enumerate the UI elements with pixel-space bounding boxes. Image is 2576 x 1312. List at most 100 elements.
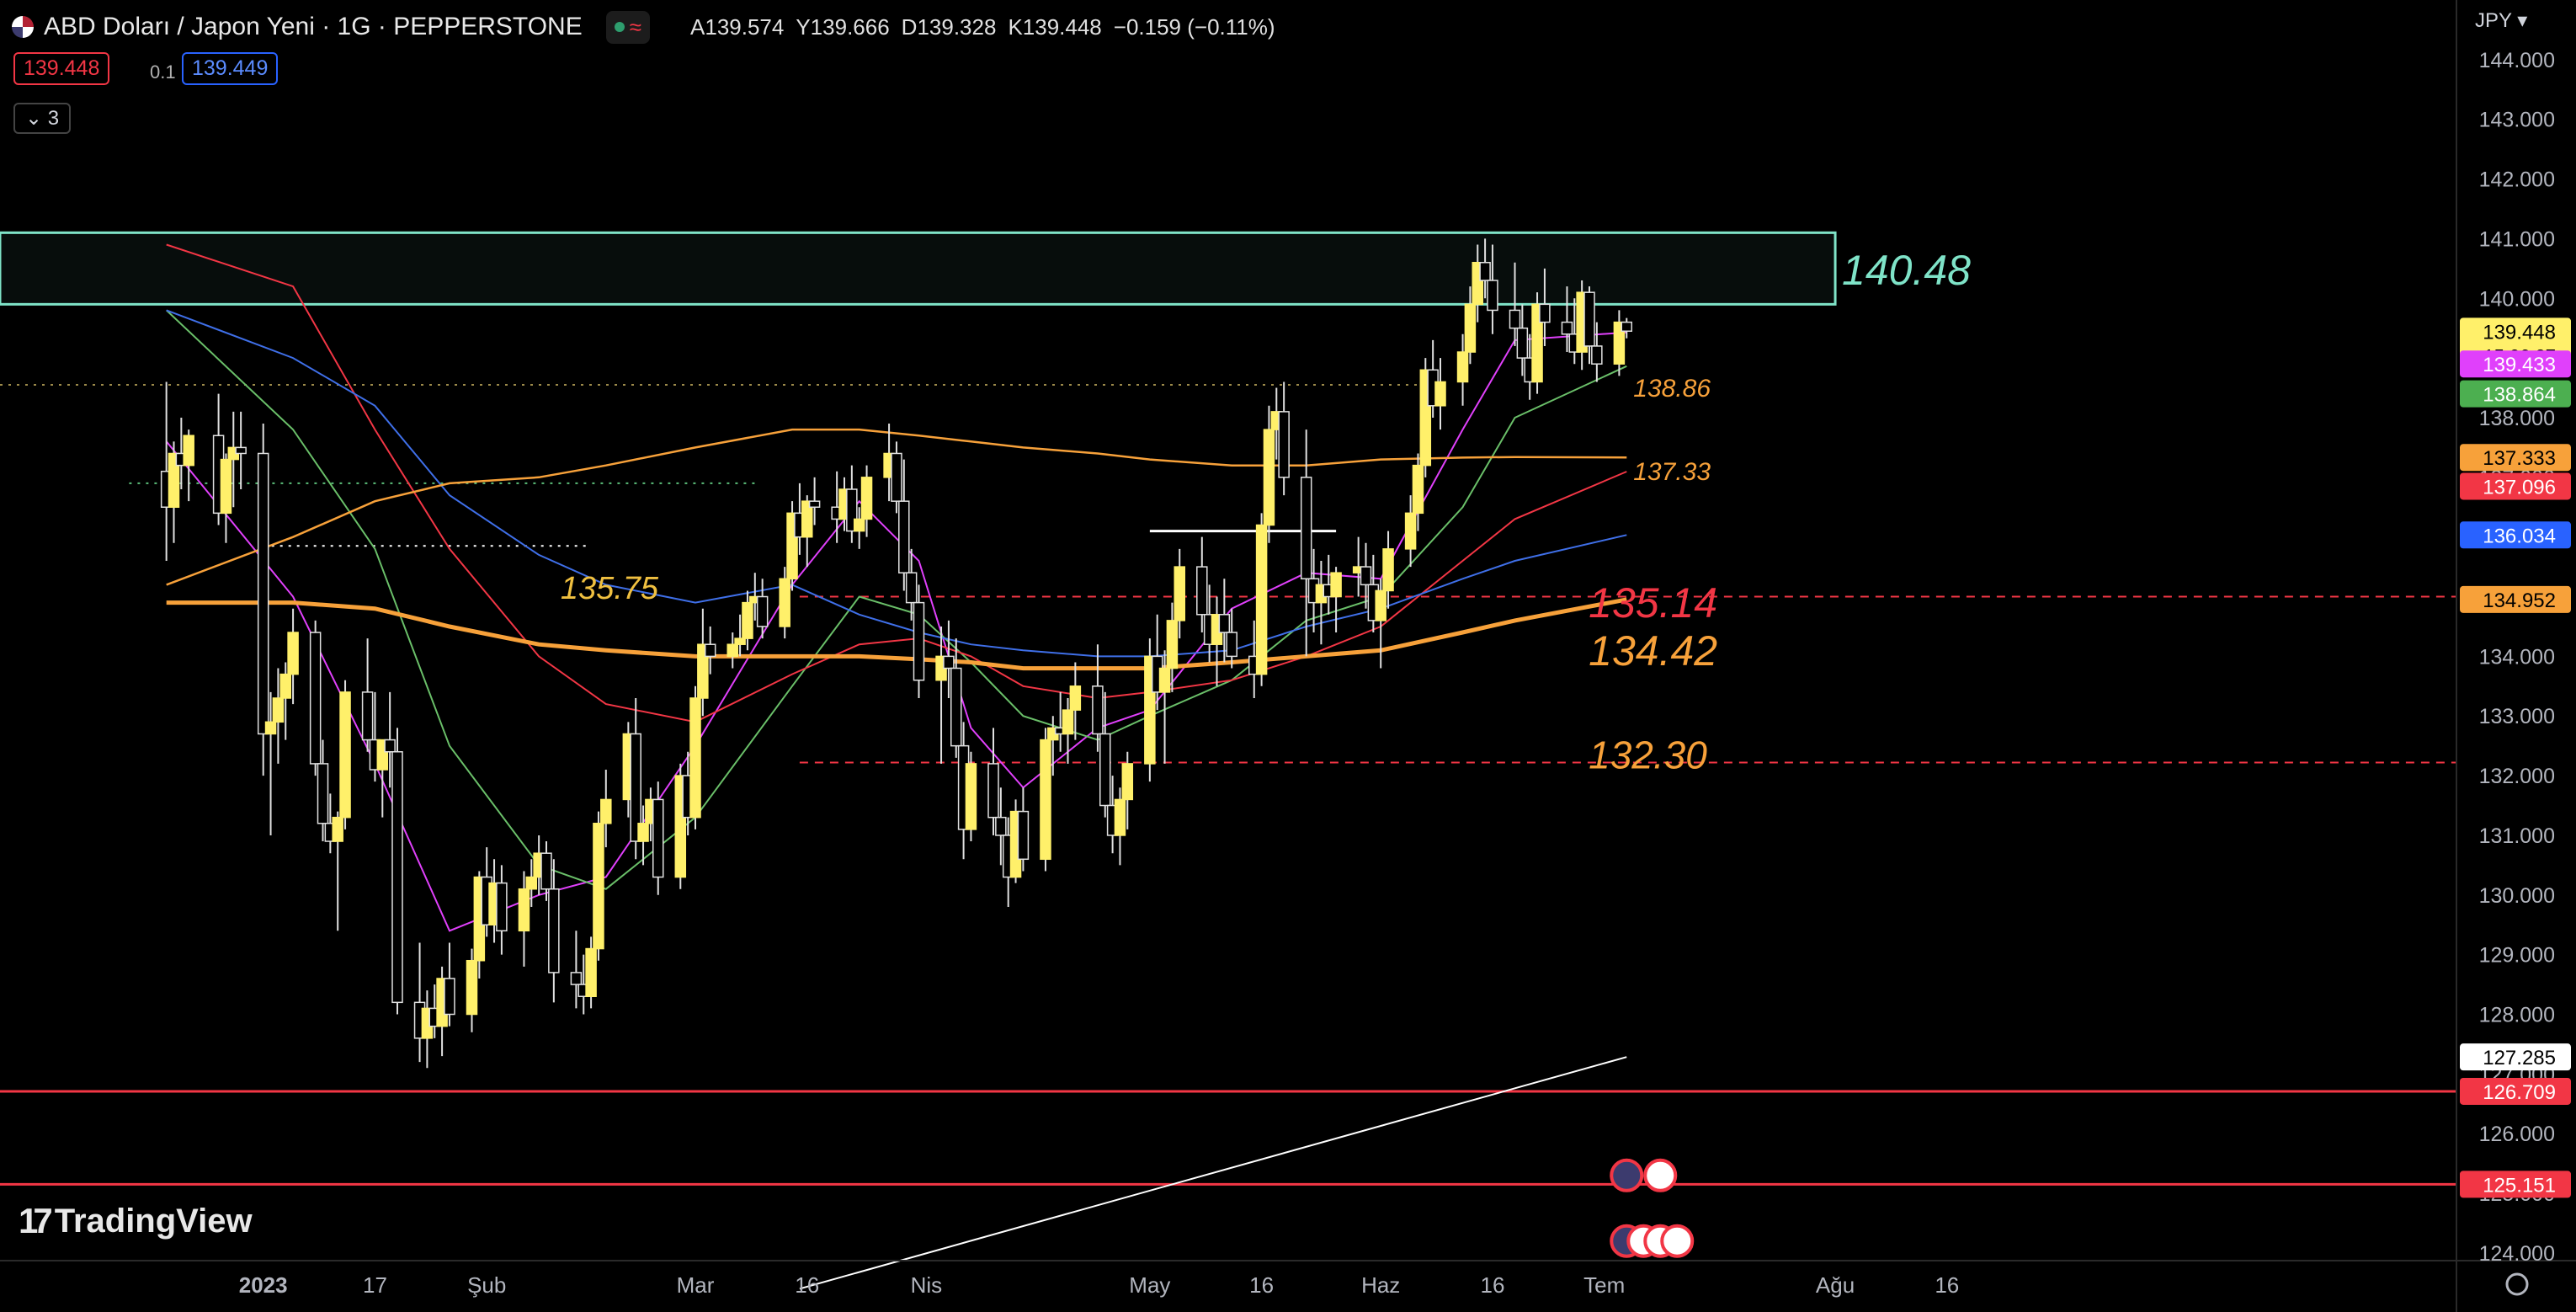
price-tag-label: 138.864 <box>2483 384 2556 407</box>
candle-body <box>1561 321 1573 335</box>
time-tick-label: May <box>1129 1272 1170 1298</box>
candle-body <box>1516 327 1529 359</box>
price-tag-label: 127.285 <box>2483 1047 2556 1069</box>
candle-body <box>1121 763 1134 801</box>
time-tick-label: Haz <box>1361 1272 1400 1298</box>
candle-body <box>905 572 918 604</box>
candle-body <box>518 888 530 932</box>
candle-body <box>1360 566 1372 586</box>
candle-body <box>1487 280 1498 312</box>
price-annotation: 137.33 <box>1633 458 1711 486</box>
candle-body <box>726 643 738 658</box>
time-tick-label: 16 <box>795 1272 819 1298</box>
candle-body <box>444 978 455 1016</box>
candle-body <box>734 637 746 645</box>
candle-body <box>898 500 910 573</box>
us-flag-icon <box>12 16 34 38</box>
price-tick-label: 143.000 <box>2479 109 2555 132</box>
price-tag-label: 126.709 <box>2483 1081 2556 1104</box>
candle-body <box>183 435 194 467</box>
currency-selector[interactable]: JPY ▾ <box>2475 8 2527 33</box>
price-tick-label: 131.000 <box>2479 824 2555 848</box>
candle-body <box>987 763 999 819</box>
candle-body <box>860 477 873 520</box>
time-tick-label: 16 <box>1935 1272 1959 1298</box>
candle-body <box>1062 709 1074 735</box>
candle-body <box>496 882 508 932</box>
time-tick-label: Mar <box>677 1272 715 1298</box>
logo-text: TradingView <box>54 1202 253 1240</box>
candle-body <box>272 697 285 723</box>
spread-value: 0.1 <box>150 61 176 83</box>
open-value: A139.574 <box>690 13 785 40</box>
candle-body <box>1479 262 1491 281</box>
candle-body <box>1166 620 1179 669</box>
us-event-flag-icon <box>1610 1158 1644 1192</box>
candle-body <box>1263 429 1275 526</box>
candle-body <box>1069 685 1082 711</box>
price-chart[interactable]: 140.48 138.86 137.33 135.75 135.14134.42 132.… <box>0 0 2576 1312</box>
candle-body <box>332 816 343 842</box>
candle-body <box>600 798 612 824</box>
price-tag-label: 137.096 <box>2483 476 2556 499</box>
candle-body <box>1412 464 1424 515</box>
sell-button[interactable]: 139.448 <box>13 52 110 85</box>
candle-body <box>525 876 538 890</box>
candle-body <box>317 763 329 824</box>
price-tick-label: 142.000 <box>2479 168 2555 192</box>
buy-button[interactable]: 139.449 <box>182 52 279 85</box>
candle-body <box>585 947 597 997</box>
market-open-dot-icon <box>614 22 625 32</box>
time-tick-label: 16 <box>1480 1272 1504 1298</box>
market-status[interactable]: ≈ <box>605 10 651 44</box>
candle-body <box>1464 303 1477 353</box>
price-annotation: 138.86 <box>1633 375 1711 403</box>
candle-body <box>1099 733 1111 807</box>
candle-body <box>1434 381 1446 407</box>
price-annotation: 135.75 <box>561 571 659 606</box>
candle-body <box>1114 798 1126 836</box>
time-tick-label: 16 <box>1249 1272 1274 1298</box>
symbol-title[interactable]: ABD Doları / Japon Yeni · 1G · PEPPERSTO… <box>44 13 583 41</box>
symbol-header: ABD Doları / Japon Yeni · 1G · PEPPERSTO… <box>12 8 1275 45</box>
indicators-toggle[interactable]: ⌄ 3 <box>13 103 72 134</box>
candle-body <box>965 763 977 830</box>
candle-body <box>943 655 955 669</box>
candle-body <box>1539 303 1551 323</box>
candle-body <box>548 888 560 973</box>
price-annotation: 135.14 <box>1589 579 1717 627</box>
price-tag-label: 125.151 <box>2483 1174 2556 1197</box>
price-tick-label: 140.000 <box>2479 287 2555 311</box>
candle-body <box>742 601 753 639</box>
candle-body <box>1404 512 1417 550</box>
candle-body <box>466 959 478 1016</box>
candle-body <box>1591 345 1603 365</box>
price-tick-label: 133.000 <box>2479 705 2555 728</box>
candle-body <box>995 816 1007 836</box>
candle-body <box>1456 351 1469 383</box>
time-tick-label: Şub <box>467 1272 506 1298</box>
candle-body <box>1583 291 1595 347</box>
candle-body <box>593 823 604 950</box>
candle-body <box>1300 477 1312 580</box>
price-tick-label: 128.000 <box>2479 1004 2555 1027</box>
candle-body <box>1196 566 1208 616</box>
candle-body <box>391 750 403 1004</box>
candle-body <box>1255 524 1268 675</box>
time-tick-label: 17 <box>363 1272 387 1298</box>
candle-body <box>257 452 269 735</box>
candle-body <box>1092 685 1104 735</box>
candle-body <box>279 673 291 699</box>
jp-event-flag-icon <box>1660 1224 1695 1258</box>
price-annotation: 132.30 <box>1589 733 1707 776</box>
price-tick-label: 126.000 <box>2479 1123 2555 1146</box>
candle-body <box>1174 566 1185 621</box>
candle-body <box>1382 548 1394 592</box>
candle-body <box>339 691 351 819</box>
tradingview-logo-icon: 17 <box>19 1201 53 1240</box>
candle-body <box>1330 572 1342 598</box>
price-annotation: 134.42 <box>1589 627 1717 675</box>
candle-body <box>891 452 902 502</box>
price-annotation: 140.48 <box>1842 247 1971 294</box>
price-tick-label: 124.000 <box>2479 1242 2555 1266</box>
